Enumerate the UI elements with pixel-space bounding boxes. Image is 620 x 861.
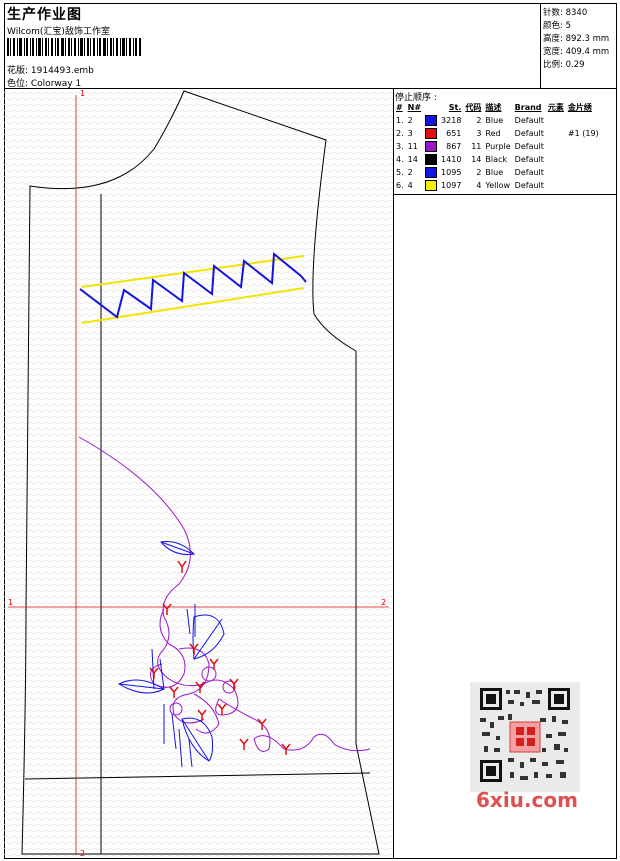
barcode bbox=[7, 38, 141, 56]
table-row: 3. 11 867 11 Purple Default bbox=[394, 140, 601, 153]
row-needle: 14 bbox=[407, 155, 418, 164]
row-stitches: 1095 bbox=[441, 168, 462, 177]
spec-colors: 颜色: 5 bbox=[543, 21, 572, 31]
table-row: 4. 14 1410 14 Black Default bbox=[394, 153, 601, 166]
row-swatch bbox=[423, 140, 439, 153]
row-needle: 11 bbox=[407, 142, 418, 151]
row-element bbox=[546, 166, 566, 179]
company-name: Wilcom(汇宝)敌饰工作室 bbox=[7, 27, 110, 37]
guide-label-right: 2 bbox=[381, 598, 387, 607]
row-sequin bbox=[566, 114, 601, 127]
row-brand: Default bbox=[514, 168, 544, 177]
row-stitches: 651 bbox=[446, 129, 462, 138]
row-code: 4 bbox=[476, 181, 482, 190]
row-sequin: #1 (19) bbox=[567, 129, 599, 138]
row-stitches: 1410 bbox=[441, 155, 462, 164]
row-brand: Default bbox=[514, 155, 544, 164]
row-code: 11 bbox=[471, 142, 482, 151]
row-index: 5. bbox=[396, 168, 404, 177]
col-index: # bbox=[396, 103, 403, 112]
guide-label-top: 1 bbox=[80, 89, 86, 98]
row-needle: 4 bbox=[407, 181, 413, 190]
col-needle: N# bbox=[407, 103, 422, 112]
table-row: 2. 3 651 3 Red Default #1 (19) bbox=[394, 127, 601, 140]
color-swatch bbox=[425, 141, 438, 152]
row-description: Blue bbox=[485, 116, 504, 125]
row-element bbox=[546, 179, 566, 192]
colorway-label: 色位: Colorway 1 bbox=[7, 79, 82, 89]
row-description: Purple bbox=[485, 142, 511, 151]
row-index: 2. bbox=[396, 129, 404, 138]
row-brand: Default bbox=[514, 116, 544, 125]
row-code: 3 bbox=[476, 129, 482, 138]
row-index: 3. bbox=[396, 142, 404, 151]
row-swatch bbox=[423, 179, 439, 192]
design-file-label: 花版: 1914493.emb bbox=[7, 66, 94, 76]
color-swatch bbox=[425, 180, 438, 191]
row-description: Yellow bbox=[485, 181, 511, 190]
design-canvas bbox=[4, 89, 393, 859]
guide-label-left: 1 bbox=[8, 598, 14, 607]
table-row: 5. 2 1095 2 Blue Default bbox=[394, 166, 601, 179]
row-code: 14 bbox=[471, 155, 482, 164]
col-code: 代码 bbox=[465, 103, 482, 112]
row-needle: 3 bbox=[407, 129, 413, 138]
row-element bbox=[546, 114, 566, 127]
spec-scale: 比例: 0.29 bbox=[543, 60, 585, 70]
row-index: 6. bbox=[396, 181, 404, 190]
row-needle: 2 bbox=[407, 116, 413, 125]
table-row: 6. 4 1097 4 Yellow Default bbox=[394, 179, 601, 192]
spec-width: 宽度: 409.4 mm bbox=[543, 47, 610, 57]
row-swatch bbox=[423, 127, 439, 140]
row-description: Red bbox=[485, 129, 501, 138]
col-description: 描述 bbox=[485, 103, 502, 112]
row-stitches: 867 bbox=[446, 142, 462, 151]
col-color bbox=[423, 101, 439, 114]
col-sequin: 金片绣 bbox=[567, 103, 592, 112]
col-element: 元素 bbox=[547, 103, 564, 112]
row-index: 4. bbox=[396, 155, 404, 164]
row-index: 1. bbox=[396, 116, 404, 125]
qr-code bbox=[470, 682, 580, 792]
watermark-text: 6xiu.com bbox=[476, 788, 578, 812]
spec-stitches: 针数: 8340 bbox=[543, 8, 588, 18]
row-sequin bbox=[566, 140, 601, 153]
stop-sequence-table: # N# St. 代码 描述 Brand 元素 金片绣 1. 2 3218 2 Blue… bbox=[394, 101, 601, 192]
page-title: 生产作业图 bbox=[7, 7, 82, 23]
row-brand: Default bbox=[514, 142, 544, 151]
row-element bbox=[546, 127, 566, 140]
color-swatch bbox=[425, 115, 438, 126]
spec-height: 高度: 892.3 mm bbox=[543, 34, 610, 44]
color-swatch bbox=[425, 154, 438, 165]
row-swatch bbox=[423, 166, 439, 179]
table-header-row: # N# St. 代码 描述 Brand 元素 金片绣 bbox=[394, 101, 601, 114]
row-code: 2 bbox=[476, 168, 482, 177]
row-code: 2 bbox=[476, 116, 482, 125]
row-needle: 2 bbox=[407, 168, 413, 177]
color-swatch bbox=[425, 128, 438, 139]
table-row: 1. 2 3218 2 Blue Default bbox=[394, 114, 601, 127]
row-swatch bbox=[423, 114, 439, 127]
row-element bbox=[546, 153, 566, 166]
row-stitches: 1097 bbox=[441, 181, 462, 190]
col-stitches: St. bbox=[448, 103, 462, 112]
row-brand: Default bbox=[514, 181, 544, 190]
row-description: Blue bbox=[485, 168, 504, 177]
row-sequin bbox=[566, 179, 601, 192]
row-description: Black bbox=[485, 155, 508, 164]
guide-label-bottom: 2 bbox=[80, 849, 86, 858]
col-brand: Brand bbox=[514, 103, 542, 112]
row-brand: Default bbox=[514, 129, 544, 138]
row-sequin bbox=[566, 153, 601, 166]
row-element bbox=[546, 140, 566, 153]
row-sequin bbox=[566, 166, 601, 179]
row-stitches: 3218 bbox=[441, 116, 462, 125]
row-swatch bbox=[423, 153, 439, 166]
color-swatch bbox=[425, 167, 438, 178]
